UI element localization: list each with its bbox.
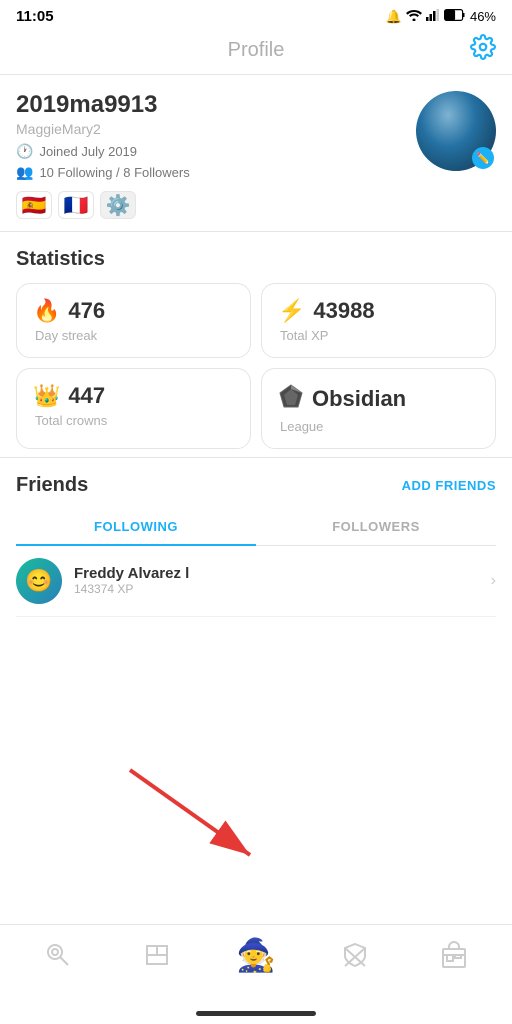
league-label: League (278, 419, 479, 434)
page-header: Profile (0, 29, 512, 75)
flag-settings[interactable]: ⚙️ (100, 191, 136, 219)
home-indicator (196, 1011, 316, 1016)
flags-row: 🇪🇸 🇫🇷 ⚙️ (16, 191, 416, 219)
crowns-label: Total crowns (33, 413, 234, 428)
friend-list-item[interactable]: 😊 Freddy Alvarez l 143374 XP › (16, 546, 496, 617)
avatar-edit-icon[interactable]: ✏️ (472, 147, 494, 169)
xp-value: 43988 (313, 298, 374, 324)
nav-item-character[interactable]: 🧙 (226, 930, 286, 980)
battery-icon (444, 9, 466, 24)
joined-row: 🕐 Joined July 2019 (16, 143, 416, 160)
shop-nav-icon (440, 941, 468, 969)
bottom-nav: 🧙 (0, 924, 512, 984)
add-friends-button[interactable]: ADD FRIENDS (402, 478, 496, 493)
annotation-arrow (120, 760, 320, 880)
stats-grid: 🔥 476 Day streak ⚡ 43988 Total XP 👑 447 … (16, 283, 496, 449)
profile-section: 2019ma9913 MaggieMary2 🕐 Joined July 201… (0, 75, 512, 232)
friend-avatar: 😊 (16, 558, 62, 604)
statistics-title: Statistics (16, 248, 496, 271)
friend-xp: 143374 XP (74, 582, 479, 596)
nav-item-search[interactable] (28, 930, 88, 980)
clock-icon: 🕐 (16, 143, 33, 160)
nav-item-leagues[interactable] (325, 930, 385, 980)
friends-tabs: FOLLOWING FOLLOWERS (16, 509, 496, 546)
streak-value: 476 (68, 298, 105, 324)
username: 2019ma9913 (16, 91, 416, 119)
league-value: Obsidian (312, 386, 406, 412)
search-nav-icon (44, 941, 72, 969)
fire-icon: 🔥 (33, 298, 60, 324)
alarm-icon: 🔔 (386, 9, 402, 25)
following-text: 10 Following / 8 Followers (39, 165, 189, 180)
following-row: 👥 10 Following / 8 Followers (16, 164, 416, 181)
people-icon: 👥 (16, 164, 33, 181)
flag-spanish[interactable]: 🇪🇸 (16, 191, 52, 219)
signal-icon (426, 9, 440, 24)
avatar-container[interactable]: ✏️ (416, 91, 496, 171)
stat-card-crowns: 👑 447 Total crowns (16, 368, 251, 449)
statistics-section: Statistics 🔥 476 Day streak ⚡ 43988 Tota… (0, 232, 512, 457)
profile-info: 2019ma9913 MaggieMary2 🕐 Joined July 201… (16, 91, 416, 219)
book-nav-icon (143, 941, 171, 969)
gear-icon[interactable] (470, 34, 496, 67)
wifi-icon (406, 9, 422, 24)
crowns-value: 447 (68, 383, 105, 409)
tab-followers[interactable]: FOLLOWERS (256, 509, 496, 545)
status-time: 11:05 (16, 8, 54, 25)
joined-text: Joined July 2019 (39, 144, 137, 159)
friend-name: Freddy Alvarez l (74, 565, 479, 582)
stat-card-league: Obsidian League (261, 368, 496, 449)
nav-item-learn[interactable] (127, 930, 187, 980)
tab-following[interactable]: FOLLOWING (16, 509, 256, 546)
display-name: MaggieMary2 (16, 121, 416, 137)
battery-percent: 46% (470, 9, 496, 24)
streak-label: Day streak (33, 328, 234, 343)
obsidian-gem-icon (278, 383, 304, 415)
shield-nav-icon (341, 941, 369, 969)
friends-header: Friends ADD FRIENDS (16, 474, 496, 497)
stat-card-xp: ⚡ 43988 Total XP (261, 283, 496, 358)
flag-french[interactable]: 🇫🇷 (58, 191, 94, 219)
stat-card-streak: 🔥 476 Day streak (16, 283, 251, 358)
friends-section: Friends ADD FRIENDS FOLLOWING FOLLOWERS … (0, 457, 512, 625)
crown-icon: 👑 (33, 383, 60, 409)
nav-item-shop[interactable] (424, 930, 484, 980)
xp-label: Total XP (278, 328, 479, 343)
page-title: Profile (228, 39, 285, 62)
status-icons: 🔔 46% (386, 9, 496, 25)
chevron-right-icon: › (491, 572, 496, 590)
friend-info: Freddy Alvarez l 143374 XP (74, 565, 479, 596)
status-bar: 11:05 🔔 (0, 0, 512, 29)
friends-title: Friends (16, 474, 88, 497)
lightning-icon: ⚡ (278, 298, 305, 324)
